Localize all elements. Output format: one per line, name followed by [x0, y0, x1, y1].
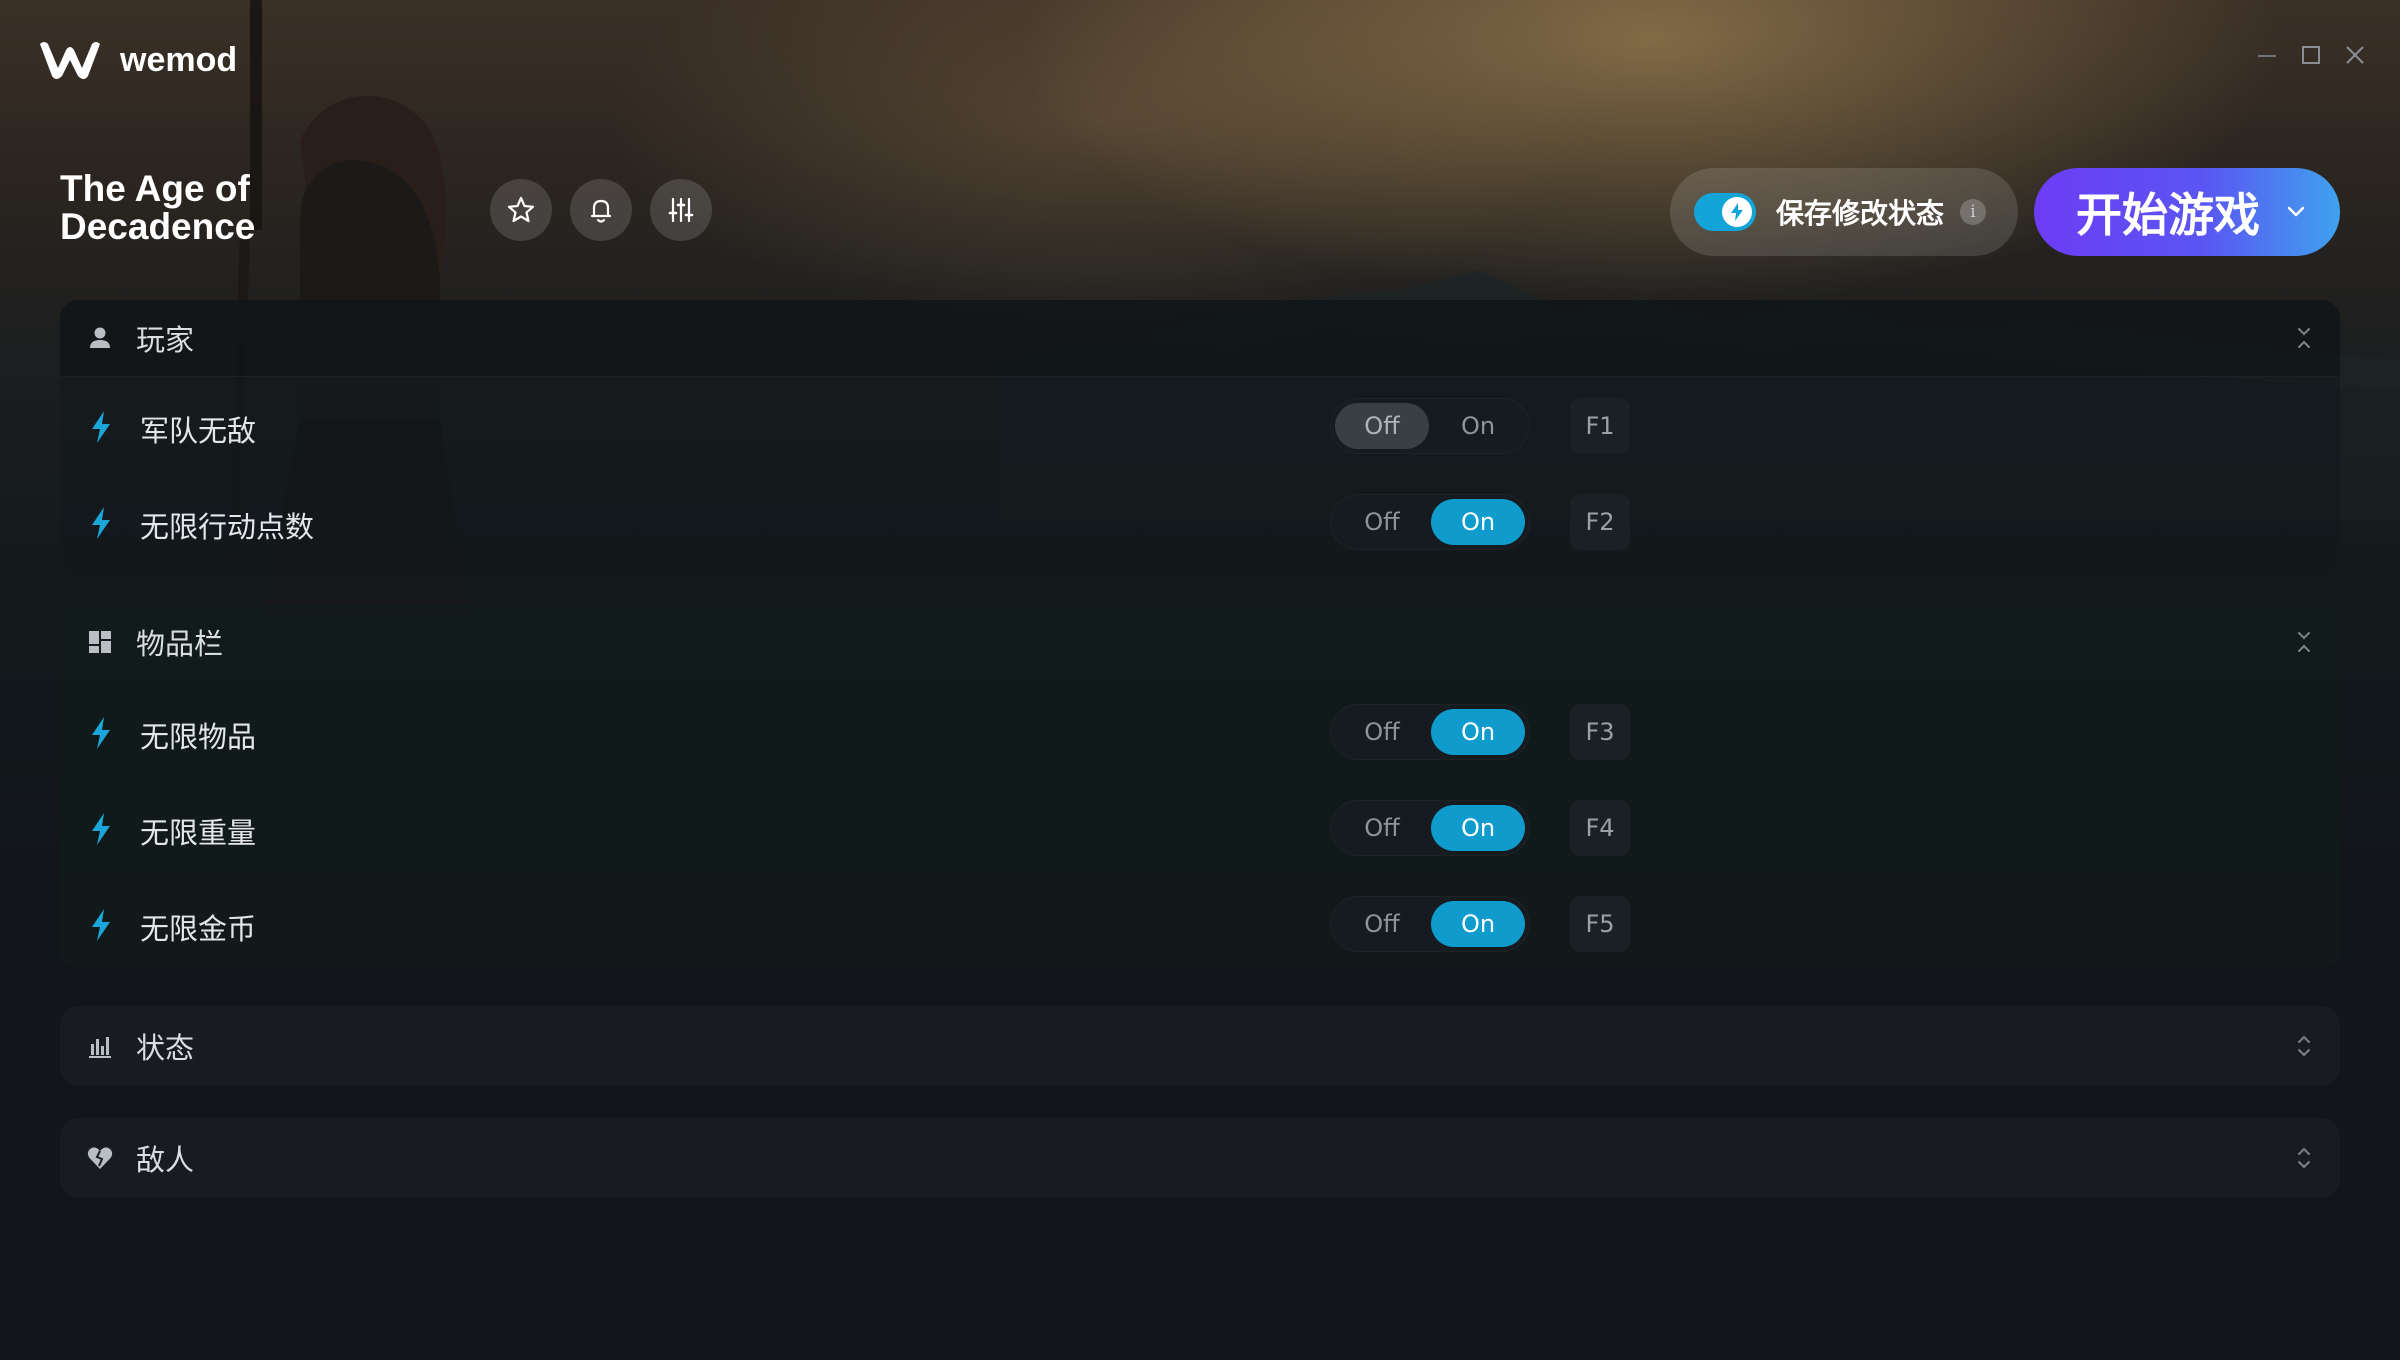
toggle-off-option[interactable]: Off — [1335, 403, 1429, 449]
window-controls — [2256, 44, 2366, 66]
save-mods-control[interactable]: 保存修改状态 i — [1670, 168, 2018, 256]
cheat-name: 无限行动点数 — [140, 510, 315, 544]
expand-icon[interactable] — [2294, 1144, 2314, 1172]
cheat-toggle[interactable]: Off On — [1330, 494, 1530, 550]
cheat-row: 无限行动点数 Off On F2 — [60, 492, 2340, 556]
lightning-icon — [92, 411, 110, 443]
toggle-off-option[interactable]: Off — [1335, 805, 1429, 851]
play-label: 开始游戏 — [2076, 188, 2260, 242]
collapse-icon[interactable] — [2294, 628, 2314, 656]
section-title: 玩家 — [136, 323, 195, 357]
lightning-icon — [92, 909, 110, 941]
broken-heart-icon — [84, 1142, 116, 1174]
info-icon[interactable]: i — [1960, 199, 1987, 225]
cheat-toggle[interactable]: Off On — [1330, 896, 1530, 952]
close-icon — [2346, 46, 2364, 64]
inventory-icon — [84, 626, 116, 658]
notify-button[interactable] — [570, 179, 632, 241]
cheat-row: 无限重量 Off On F4 — [60, 798, 2340, 862]
star-icon — [507, 196, 535, 223]
section-header[interactable]: 玩家 — [60, 300, 2340, 377]
close-button[interactable] — [2344, 44, 2366, 66]
app-name: wemod — [120, 40, 238, 79]
section-title: 物品栏 — [136, 627, 224, 661]
cheat-toggle[interactable]: Off On — [1330, 704, 1530, 760]
hotkey-badge[interactable]: F4 — [1570, 800, 1630, 856]
section-stats[interactable]: 状态 — [60, 1006, 2340, 1086]
section-header[interactable]: 状态 — [60, 1006, 2340, 1086]
toggle-off-option[interactable]: Off — [1335, 709, 1429, 755]
expand-icon[interactable] — [2294, 1032, 2314, 1060]
game-actions — [490, 179, 712, 241]
minimize-button[interactable] — [2256, 44, 2278, 66]
hotkey-badge[interactable]: F5 — [1570, 896, 1630, 952]
save-mods-toggle[interactable] — [1694, 193, 1756, 231]
save-mods-knob — [1722, 197, 1752, 227]
section-enemies[interactable]: 敌人 — [60, 1118, 2340, 1198]
section-player: 玩家 军队无敌 Off On F1 无限行动点数 Off On F2 — [60, 300, 2340, 576]
favorite-button[interactable] — [490, 179, 552, 241]
toggle-on-option[interactable]: On — [1431, 901, 1525, 947]
cheat-name: 军队无敌 — [140, 414, 257, 448]
cheat-row: 无限物品 Off On F3 — [60, 702, 2340, 766]
wemod-logo: wemod — [38, 38, 237, 82]
sliders-icon — [668, 197, 694, 223]
cheat-toggle[interactable]: Off On — [1330, 800, 1530, 856]
section-header[interactable]: 物品栏 — [60, 604, 2340, 680]
section-header[interactable]: 敌人 — [60, 1118, 2340, 1198]
toggle-on-option[interactable]: On — [1431, 403, 1525, 449]
toggle-on-option[interactable]: On — [1431, 499, 1525, 545]
section-title: 敌人 — [136, 1143, 195, 1177]
lightning-icon — [92, 717, 110, 749]
cheat-name: 无限物品 — [140, 720, 257, 754]
minimize-icon — [2258, 55, 2276, 57]
play-button[interactable]: 开始游戏 — [2034, 168, 2340, 256]
cheat-name: 无限重量 — [140, 816, 257, 850]
wemod-logo-icon — [40, 42, 100, 79]
section-title: 状态 — [136, 1031, 195, 1065]
lightning-icon — [1731, 203, 1743, 221]
cheat-row: 无限金币 Off On F5 — [60, 894, 2340, 958]
collapse-icon[interactable] — [2294, 324, 2314, 352]
toggle-on-option[interactable]: On — [1431, 709, 1525, 755]
toggle-off-option[interactable]: Off — [1335, 901, 1429, 947]
chevron-down-icon[interactable] — [2282, 198, 2310, 226]
stats-icon — [84, 1030, 116, 1062]
lightning-icon — [92, 813, 110, 845]
cheat-name: 无限金币 — [140, 912, 257, 946]
toggle-on-option[interactable]: On — [1431, 805, 1525, 851]
settings-button[interactable] — [650, 179, 712, 241]
cheat-row: 军队无敌 Off On F1 — [60, 396, 2340, 460]
lightning-icon — [92, 507, 110, 539]
hotkey-badge[interactable]: F3 — [1570, 704, 1630, 760]
maximize-button[interactable] — [2300, 44, 2322, 66]
game-title: The Age of Decadence — [60, 168, 256, 247]
hotkey-badge[interactable]: F1 — [1570, 398, 1630, 454]
hotkey-badge[interactable]: F2 — [1570, 494, 1630, 550]
section-inventory: 物品栏 无限物品 Off On F3 无限重量 Off On F4 无限金币 O… — [60, 604, 2340, 968]
cheat-toggle[interactable]: Off On — [1330, 398, 1530, 454]
maximize-icon — [2302, 46, 2320, 64]
user-icon — [84, 322, 116, 354]
bell-icon — [590, 199, 612, 223]
save-mods-label: 保存修改状态 — [1776, 197, 1945, 230]
toggle-off-option[interactable]: Off — [1335, 499, 1429, 545]
